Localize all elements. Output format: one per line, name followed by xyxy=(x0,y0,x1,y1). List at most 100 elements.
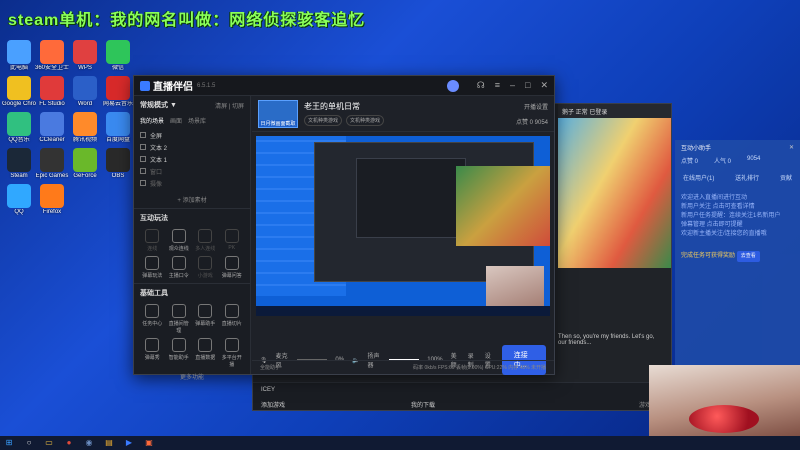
desktop-icon[interactable]: WPS xyxy=(68,40,102,72)
assistant-stats: 点赞 0 人气 0 9054 xyxy=(675,154,800,167)
assistant-tab[interactable]: 贡献 xyxy=(780,173,792,182)
chrome-icon[interactable]: ● xyxy=(64,438,74,448)
menu-icon[interactable]: ≡ xyxy=(495,80,500,92)
interact-item-icon xyxy=(224,229,239,243)
tool-item[interactable]: 智能助手 xyxy=(167,338,192,368)
steam-icon[interactable]: ◉ xyxy=(84,438,94,448)
scene-tab[interactable]: 场景库 xyxy=(188,116,206,125)
checkbox-icon[interactable] xyxy=(140,180,146,186)
source-label: 文本 2 xyxy=(150,145,168,152)
desktop-icon[interactable]: Steam xyxy=(2,148,36,180)
checkbox-icon[interactable] xyxy=(140,144,146,150)
game-title[interactable]: ICEY xyxy=(261,387,275,393)
desktop-icon[interactable]: FL Studio xyxy=(35,76,69,108)
room-tag[interactable]: 文机种类游戏 xyxy=(304,115,343,126)
more-tools-button[interactable]: 更多功能 xyxy=(140,372,244,381)
app-name: 直播伴侣 xyxy=(153,82,193,93)
interact-item[interactable]: 观众连线 xyxy=(167,229,192,252)
live-companion-window: 直播伴侣 6.5.1.5 ☊ ≡ – □ ✕ 常规模式 ▼ 清屏 | 切屏 我的… xyxy=(133,75,555,381)
headset-icon[interactable]: ☊ xyxy=(477,80,485,92)
interact-item[interactable]: 多人连线 xyxy=(193,229,218,252)
desktop-icon[interactable]: QQ xyxy=(2,184,36,216)
desktop-icon-label: CCleaner xyxy=(39,137,65,143)
desktop-icon[interactable]: OBS xyxy=(101,148,135,180)
live-icon[interactable]: ▶ xyxy=(124,438,134,448)
game-cover-art[interactable] xyxy=(558,118,671,268)
scene-tab[interactable]: 画面 xyxy=(170,116,182,125)
desktop-icon[interactable]: 微信 xyxy=(101,40,135,72)
interact-item[interactable]: 主播口令 xyxy=(167,256,192,279)
desktop-icon-label: FL Studio xyxy=(39,101,65,107)
tool-item[interactable]: 直播数据 xyxy=(193,338,218,368)
app-icon xyxy=(40,184,64,208)
tool-item[interactable]: 弹幕助手 xyxy=(193,304,218,334)
video-icon[interactable]: ▣ xyxy=(144,438,154,448)
source-item[interactable]: 窗口 xyxy=(140,165,244,177)
desktop-icon[interactable]: 百度网盘 xyxy=(101,112,135,144)
desktop-icon[interactable]: 360安全卫士 xyxy=(35,40,69,72)
user-avatar[interactable] xyxy=(446,79,459,92)
source-item[interactable]: 文本 2 xyxy=(140,141,244,153)
tools-section: 基础工具 任务中心 直播间管理 弹幕助手 直播切片 弹幕秀 智能助手 直播数据 多平台开播 更… xyxy=(134,283,250,385)
live-settings-link[interactable]: 开播设置 xyxy=(516,102,548,111)
close-icon[interactable]: ✕ xyxy=(789,144,794,151)
checkbox-icon[interactable] xyxy=(140,156,146,162)
add-source-button[interactable]: + 添加素材 xyxy=(140,195,244,204)
tool-item-icon xyxy=(224,338,239,352)
tool-item[interactable]: 弹幕秀 xyxy=(140,338,165,368)
minimize-icon[interactable]: – xyxy=(510,80,515,92)
scene-actions[interactable]: 清屏 | 切屏 xyxy=(215,101,244,110)
add-game-link[interactable]: 添加游戏 xyxy=(261,400,285,409)
interact-item[interactable]: 连线 xyxy=(140,229,165,252)
tool-item[interactable]: 任务中心 xyxy=(140,304,165,334)
desktop-icon[interactable]: Google Chrome xyxy=(2,76,36,108)
checkbox-icon[interactable] xyxy=(140,132,146,138)
assistant-view-button[interactable]: 去查看 xyxy=(736,251,760,262)
checkbox-icon[interactable] xyxy=(140,168,146,174)
stream-preview[interactable] xyxy=(256,136,550,316)
close-icon[interactable]: ✕ xyxy=(540,80,548,92)
interact-item[interactable]: 弹幕玩法 xyxy=(140,256,165,279)
search-icon[interactable]: ○ xyxy=(24,438,34,448)
maximize-icon[interactable]: □ xyxy=(525,80,530,92)
desktop-icon[interactable]: 网易云音乐 xyxy=(101,76,135,108)
desktop-icon[interactable]: GeForce xyxy=(68,148,102,180)
room-title[interactable]: 老王的单机日常 xyxy=(304,101,384,112)
desktop-icon[interactable]: 腾讯视频 xyxy=(68,112,102,144)
interact-item[interactable]: PK xyxy=(220,229,245,252)
interact-item[interactable]: 小游戏 xyxy=(193,256,218,279)
tool-item[interactable]: 多平台开播 xyxy=(220,338,245,368)
tool-item[interactable]: 直播切片 xyxy=(220,304,245,334)
tool-item-label: 直播间管理 xyxy=(168,321,189,334)
desktop-icon-label: 腾讯视频 xyxy=(72,137,97,143)
desktop-icon[interactable]: Word xyxy=(68,76,102,108)
source-item[interactable]: 摄像 xyxy=(140,177,244,189)
desktop-icon[interactable]: Epic Games xyxy=(35,148,69,180)
scene-tab[interactable]: 我的场景 xyxy=(140,116,164,125)
interact-item[interactable]: 弹幕问答 xyxy=(220,256,245,279)
desktop-icon[interactable]: QQ音乐 xyxy=(2,112,36,144)
assistant-link[interactable]: 全能助手 xyxy=(260,364,280,371)
desktop-icon[interactable]: Firefox xyxy=(35,184,69,216)
desktop-icon[interactable]: CCleaner xyxy=(35,112,69,144)
assistant-messages: 欢迎进入直播间进行互动 新用户关注 点击可查看详情 新用户任务提醒：连续关注1名新用… xyxy=(675,188,800,245)
app-icon xyxy=(106,40,130,64)
start-icon[interactable]: ⊞ xyxy=(4,438,14,448)
taskbar: ⊞ ○ ▭ ● ◉ ▤ ▶ ▣ xyxy=(0,436,800,450)
explorer-icon[interactable]: ▭ xyxy=(44,438,54,448)
room-tag[interactable]: 文机种类游戏 xyxy=(346,115,385,126)
folder-icon[interactable]: ▤ xyxy=(104,438,114,448)
assistant-tabs: 在线用户(1) 送礼排行 贡献 xyxy=(675,167,800,188)
tool-item-icon xyxy=(198,338,213,352)
interact-item-icon xyxy=(145,229,160,243)
room-cover[interactable]: 日月微画面截取 xyxy=(258,99,298,128)
assistant-tab[interactable]: 在线用户(1) xyxy=(683,173,714,182)
downloads-link[interactable]: 我的下载 xyxy=(411,400,435,409)
assistant-tab[interactable]: 送礼排行 xyxy=(735,173,759,182)
tool-item[interactable]: 直播间管理 xyxy=(167,304,192,334)
desktop-icon[interactable]: 此电脑 xyxy=(2,40,36,72)
source-item[interactable]: 文本 1 xyxy=(140,153,244,165)
source-item[interactable]: 全屏 xyxy=(140,129,244,141)
scene-mode-dropdown[interactable]: 常规模式 ▼ xyxy=(140,100,177,110)
app-icon xyxy=(73,76,97,100)
